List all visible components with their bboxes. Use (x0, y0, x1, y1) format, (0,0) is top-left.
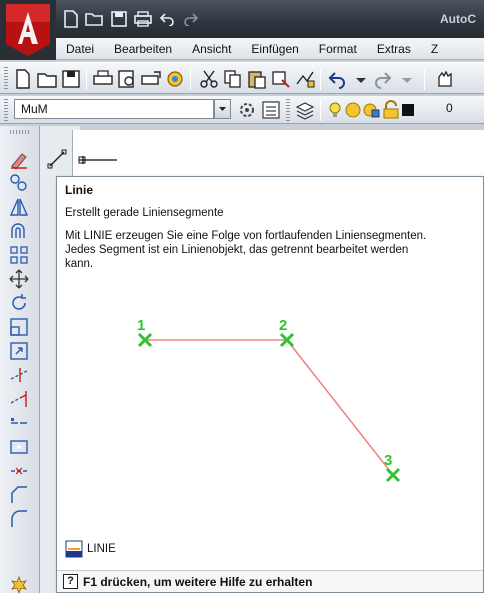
copy-icon[interactable] (222, 68, 244, 90)
rotate-icon[interactable] (8, 292, 30, 314)
block-editor-icon[interactable] (294, 68, 316, 90)
tooltip-summary: Erstellt gerade Liniensegmente (65, 207, 224, 219)
3d-dwf-icon[interactable] (164, 68, 186, 90)
cut-icon[interactable] (198, 68, 220, 90)
layer-properties-icon[interactable] (294, 99, 316, 121)
toolbar-grip[interactable] (10, 130, 30, 134)
pan-realtime-icon[interactable] (434, 68, 456, 90)
menu-ansicht[interactable]: Ansicht (182, 42, 241, 56)
stretch-icon[interactable] (8, 340, 30, 362)
autocad-window: AutoC Datei Bearbeiten Ansicht Einfügen … (0, 0, 484, 593)
line-illustration: 1 2 3 (137, 317, 401, 483)
polyline-segments (145, 339, 394, 476)
redo-dropdown-icon[interactable] (396, 68, 418, 90)
explode-icon[interactable] (8, 574, 30, 593)
print-icon[interactable] (132, 8, 154, 30)
break-icon[interactable] (8, 436, 30, 458)
array-icon[interactable] (8, 244, 30, 266)
tooltip-description: Mit LINIE erzeugen Sie eine Folge von fo… (65, 229, 477, 271)
point-1-label: 1 (137, 317, 145, 334)
separator (190, 68, 191, 90)
point-2-label: 2 (279, 317, 287, 334)
scale-icon[interactable] (8, 316, 30, 338)
menu-format[interactable]: Format (309, 42, 367, 56)
modify-toolbar (0, 126, 40, 593)
separator (320, 99, 321, 121)
separator (424, 68, 425, 90)
standard-toolbar (0, 62, 484, 94)
layer-settings-icon[interactable] (260, 99, 282, 121)
redo-toolbar-icon[interactable] (372, 68, 394, 90)
move-icon[interactable] (8, 268, 30, 290)
mirror-icon[interactable] (8, 196, 30, 218)
toolbar-grip[interactable] (4, 99, 8, 121)
workspace-settings-icon[interactable] (236, 99, 258, 121)
new-drawing-icon[interactable] (12, 68, 34, 90)
menu-extras[interactable]: Extras (367, 42, 421, 56)
match-properties-icon[interactable] (270, 68, 292, 90)
layer-color-icon[interactable] (398, 99, 420, 121)
erase-icon[interactable] (8, 148, 30, 170)
join-icon[interactable] (8, 460, 30, 482)
point-3-marker: 3 (384, 452, 401, 483)
layer-viewport-freeze-icon[interactable] (360, 99, 382, 121)
open-drawing-icon[interactable] (36, 68, 58, 90)
plot-icon[interactable] (92, 68, 114, 90)
menu-bar: Datei Bearbeiten Ansicht Einfügen Format… (56, 38, 484, 60)
separator (86, 68, 87, 90)
description-line: Jedes Segment ist ein Linienobjekt, das … (65, 244, 409, 256)
copy-object-icon[interactable] (8, 172, 30, 194)
description-line: kann. (65, 258, 94, 270)
save-drawing-icon[interactable] (60, 68, 82, 90)
publish-icon[interactable] (140, 68, 162, 90)
title-bar: AutoC (0, 0, 484, 38)
tooltip-footer: ? F1 drücken, um weitere Hilfe zu erhalt… (57, 570, 483, 592)
undo-icon[interactable] (156, 8, 178, 30)
quick-access-toolbar (60, 8, 202, 30)
menu-bearbeiten[interactable]: Bearbeiten (104, 42, 182, 56)
plot-preview-icon[interactable] (116, 68, 138, 90)
menu-datei[interactable]: Datei (56, 42, 104, 56)
current-layer-name[interactable]: 0 (446, 101, 453, 115)
new-icon[interactable] (60, 8, 82, 30)
toolbar-grip[interactable] (286, 99, 290, 121)
point-2-marker: 2 (279, 317, 295, 348)
paste-icon[interactable] (246, 68, 268, 90)
workspace-select[interactable]: MuM (14, 99, 214, 119)
help-icon: ? (63, 574, 78, 589)
separator (320, 68, 321, 90)
menu-z[interactable]: Z (421, 42, 448, 56)
extend-icon[interactable] (8, 388, 30, 410)
line-icon[interactable] (46, 148, 68, 170)
command-tooltip: Linie Erstellt gerade Liniensegmente Mit… (56, 176, 484, 593)
description-line: Mit LINIE erzeugen Sie eine Folge von fo… (65, 230, 427, 242)
chevron-down-icon[interactable] (214, 99, 231, 119)
undo-dropdown-icon[interactable] (350, 68, 372, 90)
open-icon[interactable] (84, 8, 106, 30)
trim-icon[interactable] (8, 364, 30, 386)
layers-toolbar: MuM 0 (0, 96, 484, 124)
window-title: AutoC (440, 12, 476, 26)
save-icon[interactable] (108, 8, 130, 30)
toolbar-grip[interactable] (4, 67, 8, 91)
redo-icon[interactable] (180, 8, 202, 30)
undo-toolbar-icon[interactable] (326, 68, 348, 90)
point-3-label: 3 (384, 452, 392, 469)
autocad-logo[interactable] (0, 0, 56, 60)
command-name: LINIE (87, 543, 116, 555)
line-command-icon (65, 540, 83, 558)
help-hint-text: F1 drücken, um weitere Hilfe zu erhalten (83, 575, 313, 589)
fillet-icon[interactable] (8, 508, 30, 530)
offset-icon[interactable] (8, 220, 30, 242)
point-1-marker: 1 (137, 317, 153, 348)
chamfer-icon[interactable] (8, 484, 30, 506)
break-at-point-icon[interactable] (8, 412, 30, 434)
tooltip-title: Linie (65, 183, 94, 197)
menu-einfuegen[interactable]: Einfügen (241, 42, 308, 56)
